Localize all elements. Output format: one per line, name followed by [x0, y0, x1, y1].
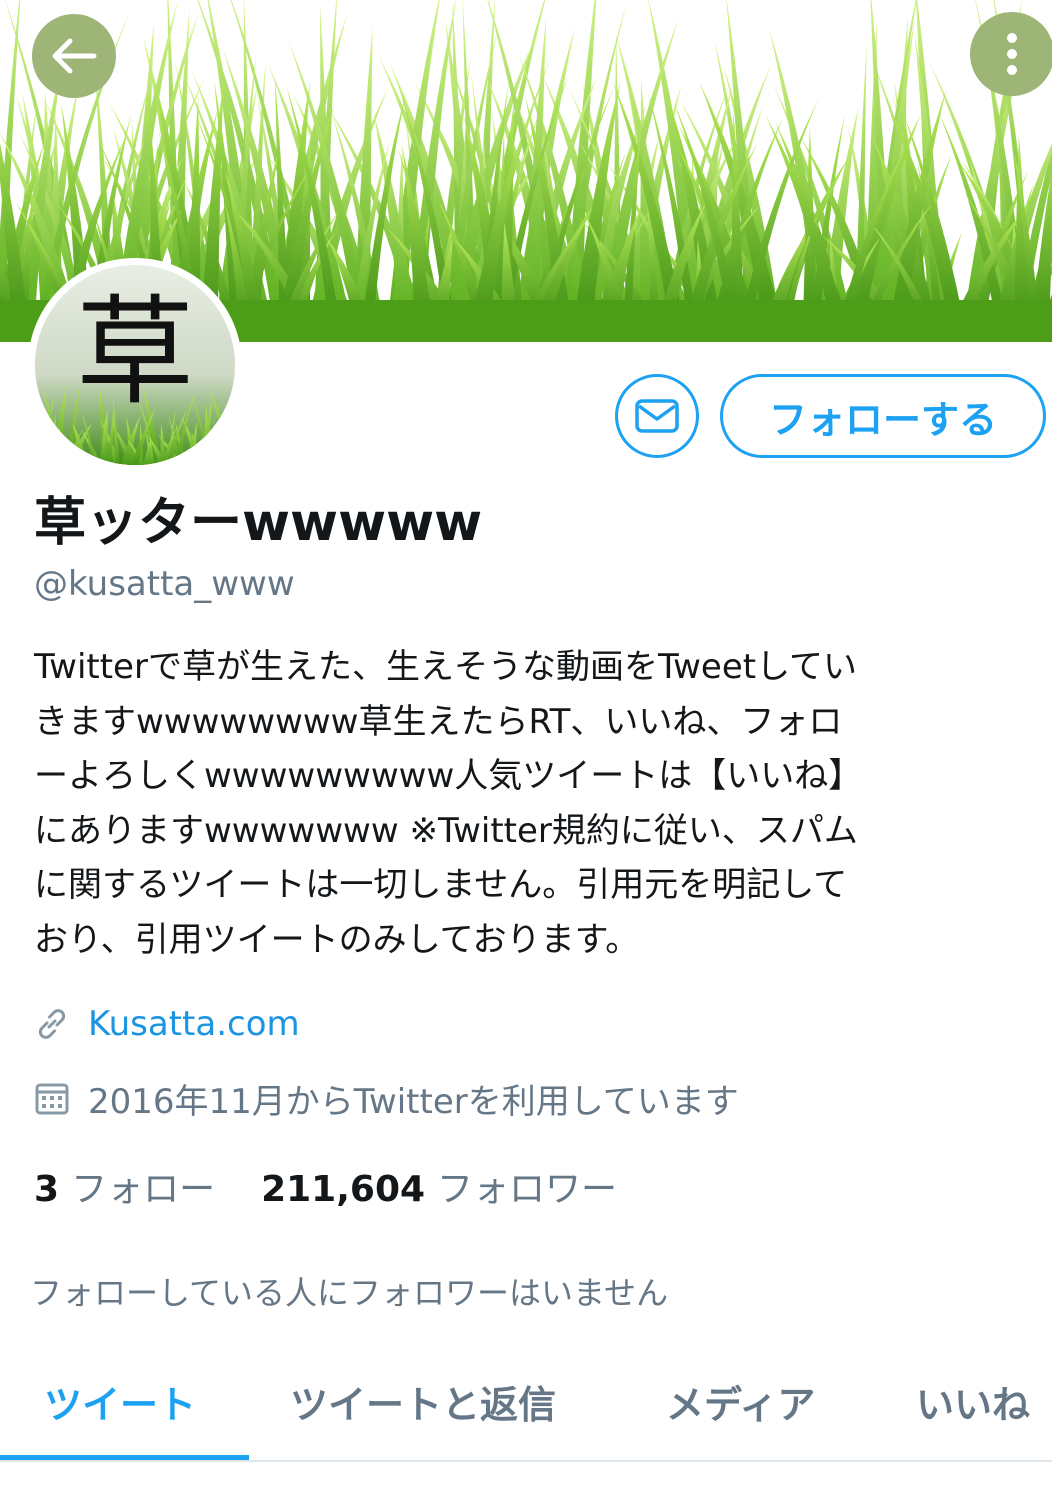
- link-icon: [38, 1009, 66, 1039]
- followers-you-know: フォローしている人にフォロワーはいません: [30, 1274, 669, 1312]
- bio-line: ーよろしくwwwwwwwww人気ツイートは【いいね】: [34, 756, 863, 796]
- following-stat[interactable]: 3 フォロー: [34, 1169, 215, 1210]
- back-button[interactable]: [32, 14, 116, 98]
- arrow-left-icon: [52, 38, 97, 74]
- envelope-icon: [635, 399, 679, 433]
- calendar-icon: [35, 1083, 69, 1114]
- avatar-image: 草: [35, 265, 235, 465]
- website-link[interactable]: Kusatta.com: [88, 1004, 300, 1044]
- followers-stat[interactable]: 211,604 フォロワー: [261, 1169, 617, 1210]
- bio-line: に関するツイートは一切しません。引用元を明記して: [34, 865, 848, 905]
- follow-button[interactable]: フォローする: [720, 374, 1046, 458]
- tab-likes[interactable]: いいね: [916, 1374, 1030, 1429]
- following-label: フォロー: [71, 1169, 216, 1210]
- bio-line: きますwwwwwwww草生えたらRT、いいね、フォロ: [34, 701, 843, 742]
- website-row: Kusatta.com: [34, 1004, 300, 1044]
- profile-bio: Twitterで草が生えた、生えそうな動画をTweetしてい きますwwwwww…: [34, 640, 1034, 967]
- bio-line: にありますwwwwwww ※Twitter規約に従い、スパム: [34, 810, 858, 851]
- display-name: 草ッターwwwww: [34, 493, 483, 553]
- profile-avatar[interactable]: 草: [28, 258, 242, 472]
- join-date-text: 2016年11月からTwitterを利用しています: [88, 1082, 739, 1122]
- tab-tweets-and-replies[interactable]: ツイートと返信: [290, 1374, 556, 1429]
- message-button[interactable]: [615, 374, 699, 458]
- tab-tweets[interactable]: ツイート: [44, 1374, 196, 1429]
- bio-line: Twitterで草が生えた、生えそうな動画をTweetしてい: [34, 647, 858, 687]
- user-handle: @kusatta_www: [34, 564, 295, 604]
- followers-label: フォロワー: [437, 1169, 618, 1210]
- bio-line: おり、引用ツイートのみしております。: [34, 919, 640, 960]
- join-date-row: 2016年11月からTwitterを利用しています: [34, 1074, 739, 1123]
- tabs-divider: [0, 1460, 1052, 1462]
- vertical-dots-icon: [1007, 33, 1017, 75]
- following-count: 3: [34, 1169, 60, 1210]
- follow-counts: 3 フォロー 211,604 フォロワー: [34, 1160, 617, 1212]
- tab-media[interactable]: メディア: [666, 1374, 815, 1429]
- more-options-button[interactable]: [970, 12, 1052, 96]
- avatar-kanji: 草: [75, 283, 194, 421]
- followers-count: 211,604: [261, 1169, 426, 1210]
